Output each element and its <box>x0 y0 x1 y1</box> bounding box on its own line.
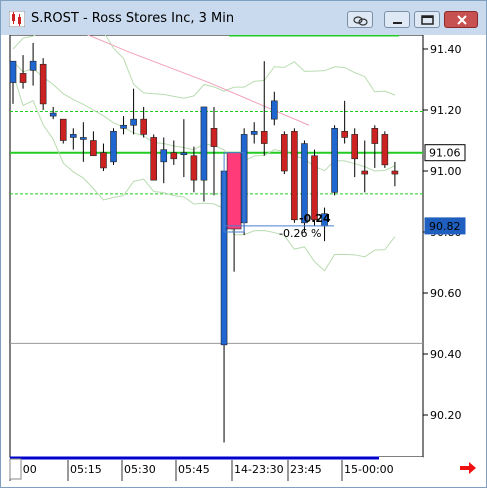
chart-area[interactable]: -0.24-0.26 %91.4091.2091.0090.8090.6090.… <box>9 35 479 481</box>
price-flag-label: 91.06 <box>429 147 461 160</box>
candle-body[interactable] <box>311 155 318 221</box>
chart-window: S.ROST - Ross Stores Inc, 3 Min -0.24 -0… <box>0 0 487 488</box>
candle-body[interactable] <box>331 128 338 193</box>
candle-body[interactable] <box>180 152 188 155</box>
time-tick-label: 05:30 <box>124 463 156 476</box>
candle-body[interactable] <box>200 106 208 181</box>
scroll-left-handle[interactable] <box>9 458 22 480</box>
candle-body[interactable] <box>140 118 147 135</box>
price-flag-label: 90.82 <box>429 220 461 233</box>
price-tick-label: 91.40 <box>430 43 462 56</box>
candle-body[interactable] <box>19 73 27 83</box>
close-icon <box>457 15 467 25</box>
candle-body[interactable] <box>130 118 137 126</box>
candle-body[interactable] <box>270 100 278 120</box>
candle-body[interactable] <box>391 170 399 175</box>
time-tick-label: 23:45 <box>290 463 322 476</box>
time-tick-label: 14-23:30 <box>234 463 284 476</box>
candle-body[interactable] <box>361 170 369 175</box>
candle-body[interactable] <box>226 152 242 230</box>
title-bar[interactable]: S.ROST - Ross Stores Inc, 3 Min <box>1 1 486 35</box>
candle-body[interactable] <box>90 140 97 157</box>
minimize-button[interactable] <box>384 11 410 28</box>
price-tick-label: 90.40 <box>430 348 462 361</box>
measure-change-label: -0.24 <box>299 212 331 225</box>
candle-body[interactable] <box>150 137 157 181</box>
candle-body[interactable] <box>9 60 17 83</box>
maximize-button[interactable] <box>414 11 440 28</box>
candle-body[interactable] <box>110 131 117 163</box>
measure-percent-label: -0.26 % <box>279 227 321 240</box>
candle-body[interactable] <box>190 155 198 181</box>
price-tick-label: 91.20 <box>430 104 462 117</box>
candle-body[interactable] <box>351 134 359 160</box>
candle-body[interactable] <box>29 60 37 71</box>
time-tick-label: 05:15 <box>70 463 102 476</box>
minimize-icon <box>393 22 402 24</box>
chart-app-icon <box>9 11 25 27</box>
candle-body[interactable] <box>120 124 127 129</box>
candle-body[interactable] <box>381 134 389 166</box>
candle-body[interactable] <box>59 118 67 141</box>
link-button[interactable] <box>347 11 373 28</box>
close-button[interactable] <box>444 11 478 28</box>
candle-body[interactable] <box>160 149 168 163</box>
candle-body[interactable] <box>170 152 178 160</box>
time-tick-label: 05:45 <box>178 463 210 476</box>
candle-body[interactable] <box>39 63 47 105</box>
candle-body[interactable] <box>100 152 107 169</box>
candle-body[interactable] <box>69 134 77 138</box>
price-tick-label: 90.20 <box>430 409 462 422</box>
candle-body[interactable] <box>80 137 87 140</box>
candle-body[interactable] <box>260 131 268 144</box>
candle-body[interactable] <box>281 134 288 172</box>
candle-body[interactable] <box>49 112 57 117</box>
link-icon <box>353 16 368 26</box>
time-tick-label: 15-00:00 <box>344 463 394 476</box>
candle-body[interactable] <box>371 128 379 144</box>
candle-body[interactable] <box>210 128 218 147</box>
price-tick-label: 91.00 <box>430 165 462 178</box>
scroll-right-arrow-icon[interactable] <box>459 461 477 475</box>
window-title: S.ROST - Ross Stores Inc, 3 Min <box>31 11 235 26</box>
maximize-icon <box>421 15 434 25</box>
price-tick-label: 90.60 <box>430 287 462 300</box>
candlestick-chart[interactable]: -0.24-0.26 %91.4091.2091.0090.8090.6090.… <box>9 35 479 481</box>
candle-body[interactable] <box>341 131 348 138</box>
candle-body[interactable] <box>250 131 258 135</box>
candle-body[interactable] <box>291 131 298 221</box>
